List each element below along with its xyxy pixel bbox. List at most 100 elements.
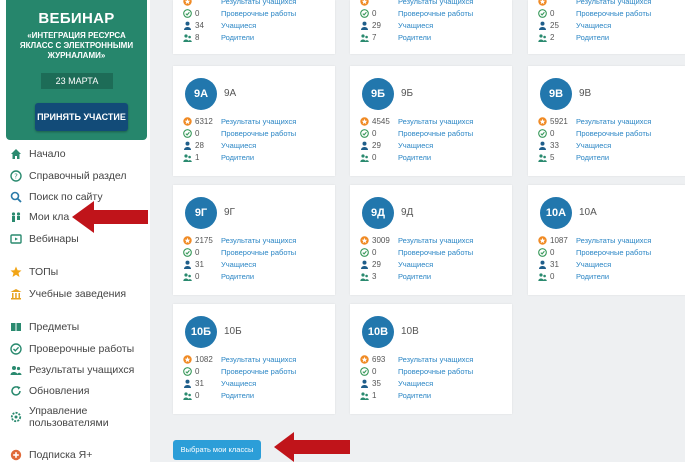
stat-link-results[interactable]: Результаты учащихся	[398, 355, 473, 364]
stat-link-results[interactable]: Результаты учащихся	[221, 236, 296, 245]
webinar-icon	[10, 233, 22, 245]
participate-button[interactable]: ПРИНЯТЬ УЧАСТИЕ	[35, 103, 128, 131]
sidebar-item-manage[interactable]: Управление пользователями	[10, 404, 109, 430]
stat-link-students[interactable]: Учащиеся	[398, 21, 433, 30]
stat-link-students[interactable]: Учащиеся	[576, 260, 611, 269]
stat-value: 29	[372, 140, 381, 150]
stat-row-parents: 2 Родители	[538, 31, 609, 43]
webinar-promo-banner[interactable]: ВЕБИНАР «ИНТЕГРАЦИЯ РЕСУРСА ЯКЛАСС С ЭЛЕ…	[6, 0, 147, 140]
sidebar-item-schools[interactable]: Учебные заведения	[10, 286, 126, 302]
class-badge[interactable]: 10А	[540, 197, 572, 229]
stat-link-parents[interactable]: Родители	[576, 272, 609, 281]
parent-icon	[538, 33, 547, 42]
sidebar-item-my-classes[interactable]: Мои кла	[10, 209, 69, 225]
stat-link-tests[interactable]: Проверочные работы	[221, 129, 296, 138]
stat-value: 0	[550, 247, 555, 257]
stat-row-parents: 7 Родители	[360, 31, 431, 43]
class-badge[interactable]: 9В	[540, 78, 572, 110]
stat-link-students[interactable]: Учащиеся	[221, 260, 256, 269]
parent-icon	[183, 153, 192, 162]
stat-link-students[interactable]: Учащиеся	[221, 21, 256, 30]
stat-row-students: 33 Учащиеся	[538, 139, 611, 151]
stat-link-students[interactable]: Учащиеся	[576, 141, 611, 150]
sidebar-item-tests[interactable]: Проверочные работы	[10, 341, 134, 357]
sidebar-item-subjects[interactable]: Предметы	[10, 319, 79, 335]
stat-link-students[interactable]: Учащиеся	[576, 21, 611, 30]
class-card[interactable]: Результаты учащихся 0 Проверочные работы 29…	[350, 0, 512, 54]
class-card[interactable]: 9А 9А 6312 Результаты учащихся 0 Проверочные …	[173, 66, 335, 176]
stat-link-results[interactable]: Результаты учащихся	[221, 355, 296, 364]
stat-value: 0	[195, 8, 200, 18]
stat-value: 1082	[195, 354, 213, 364]
stat-link-tests[interactable]: Проверочные работы	[398, 367, 473, 376]
stat-link-students[interactable]: Учащиеся	[221, 141, 256, 150]
class-card[interactable]: 9В 9В 5921 Результаты учащихся 0 Проверочные …	[528, 66, 685, 176]
stat-link-tests[interactable]: Проверочные работы	[398, 248, 473, 257]
stat-link-parents[interactable]: Родители	[398, 33, 431, 42]
stat-link-parents[interactable]: Родители	[398, 391, 431, 400]
stat-link-tests[interactable]: Проверочные работы	[221, 248, 296, 257]
stat-link-results[interactable]: Результаты учащихся	[576, 236, 651, 245]
stat-link-parents[interactable]: Родители	[221, 33, 254, 42]
sidebar-item-webinars[interactable]: Вебинары	[10, 231, 79, 247]
sidebar-item-home[interactable]: Начало	[10, 146, 66, 162]
sidebar-item-results[interactable]: Результаты учащихся	[10, 362, 134, 378]
stat-row-results: 1087 Результаты учащихся	[538, 234, 651, 246]
stat-link-parents[interactable]: Родители	[398, 272, 431, 281]
stat-link-parents[interactable]: Родители	[221, 391, 254, 400]
stat-link-results[interactable]: Результаты учащихся	[576, 0, 651, 6]
parent-icon	[360, 272, 369, 281]
stat-value: 3	[372, 271, 377, 281]
stat-link-parents[interactable]: Родители	[221, 153, 254, 162]
stat-link-students[interactable]: Учащиеся	[398, 379, 433, 388]
stat-link-results[interactable]: Результаты учащихся	[398, 0, 473, 6]
stat-link-parents[interactable]: Родители	[398, 153, 431, 162]
sidebar-item-updates[interactable]: Обновления	[10, 383, 89, 399]
stat-link-results[interactable]: Результаты учащихся	[221, 0, 296, 6]
choose-my-classes-button[interactable]: Выбрать мои классы	[173, 440, 261, 460]
class-name: 9А	[224, 88, 237, 99]
sidebar-item-label: Мои кла	[29, 211, 70, 223]
sidebar-item-tops[interactable]: ТОПы	[10, 264, 58, 280]
sidebar-item-label: Начало	[29, 148, 66, 160]
class-card[interactable]: 10В 10В 693 Результаты учащихся 0 Проверочные…	[350, 304, 512, 414]
class-card[interactable]: 9Б 9Б 4545 Результаты учащихся 0 Проверочные …	[350, 66, 512, 176]
stat-link-tests[interactable]: Проверочные работы	[398, 9, 473, 18]
class-badge[interactable]: 9А	[185, 78, 217, 110]
class-card[interactable]: Результаты учащихся 0 Проверочные работы 25…	[528, 0, 685, 54]
stat-link-tests[interactable]: Проверочные работы	[576, 9, 651, 18]
class-card[interactable]: 10А 10А 1087 Результаты учащихся 0 Проверочны…	[528, 185, 685, 295]
stat-link-tests[interactable]: Проверочные работы	[576, 129, 651, 138]
class-card[interactable]: 9Д 9Д 3009 Результаты учащихся 0 Проверочные …	[350, 185, 512, 295]
class-badge[interactable]: 10Б	[185, 316, 217, 348]
class-card[interactable]: 9Г 9Г 2175 Результаты учащихся 0 Проверочные …	[173, 185, 335, 295]
stat-link-parents[interactable]: Родители	[221, 272, 254, 281]
stat-link-tests[interactable]: Проверочные работы	[398, 129, 473, 138]
stat-link-students[interactable]: Учащиеся	[398, 260, 433, 269]
class-badge[interactable]: 10В	[362, 316, 394, 348]
sidebar-item-subscribe[interactable]: Подписка Я+	[10, 447, 92, 462]
stat-link-parents[interactable]: Родители	[576, 153, 609, 162]
class-badge[interactable]: 9Д	[362, 197, 394, 229]
class-badge[interactable]: 9Б	[362, 78, 394, 110]
stat-link-results[interactable]: Результаты учащихся	[398, 236, 473, 245]
stat-link-results[interactable]: Результаты учащихся	[576, 117, 651, 126]
stat-link-parents[interactable]: Родители	[576, 33, 609, 42]
stat-link-students[interactable]: Учащиеся	[398, 141, 433, 150]
stat-link-tests[interactable]: Проверочные работы	[221, 9, 296, 18]
sidebar-item-help[interactable]: ? Справочный раздел	[10, 168, 127, 184]
class-card[interactable]: Результаты учащихся 0 Проверочные работы 34…	[173, 0, 335, 54]
results-icon	[538, 0, 547, 6]
class-card[interactable]: 10Б 10Б 1082 Результаты учащихся 0 Проверочны…	[173, 304, 335, 414]
stat-link-results[interactable]: Результаты учащихся	[221, 117, 296, 126]
stat-row-tests: 0 Проверочные работы	[360, 7, 473, 19]
stat-link-students[interactable]: Учащиеся	[221, 379, 256, 388]
class-badge[interactable]: 9Г	[185, 197, 217, 229]
manage-users-icon	[10, 411, 22, 423]
stat-link-tests[interactable]: Проверочные работы	[576, 248, 651, 257]
stat-link-results[interactable]: Результаты учащихся	[398, 117, 473, 126]
stat-link-tests[interactable]: Проверочные работы	[221, 367, 296, 376]
student-icon	[360, 260, 369, 269]
arrow-pointer-icon	[72, 201, 148, 233]
stat-row-tests: 0 Проверочные работы	[538, 246, 651, 258]
